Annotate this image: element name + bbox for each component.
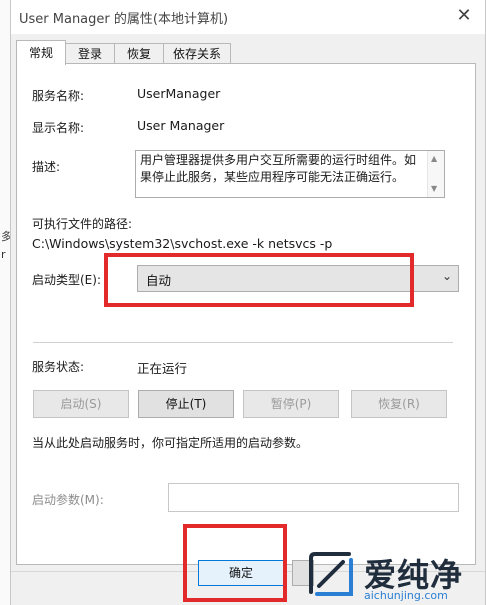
scroll-down-icon[interactable]: ▼ <box>431 184 437 193</box>
separator <box>33 342 453 343</box>
watermark-logo-icon <box>309 552 353 596</box>
pause-button[interactable]: 暂停(P) <box>243 390 339 418</box>
service-status-label: 服务状态: <box>32 360 85 374</box>
background-text: r <box>1 248 6 261</box>
startup-type-label: 启动类型(E): <box>32 273 101 287</box>
resume-button[interactable]: 恢复(R) <box>351 390 447 418</box>
button-label: 停止(T) <box>165 397 207 411</box>
button-label: 启动(S) <box>60 397 102 411</box>
ok-button[interactable]: 确定 <box>198 560 284 586</box>
close-icon[interactable]: ✕ <box>451 4 477 28</box>
properties-dialog: User Manager 的属性(本地计算机) ✕ 常规 登录 恢复 依存关系 … <box>10 0 486 605</box>
startup-type-dropdown[interactable]: 自动 ⌄ <box>137 265 459 292</box>
tab-label: 依存关系 <box>172 47 221 61</box>
tab-label: 恢复 <box>126 47 151 61</box>
display-name-label: 显示名称: <box>32 121 85 135</box>
startup-type-value: 自动 <box>146 273 172 288</box>
service-name-value: UserManager <box>137 86 221 101</box>
stop-button[interactable]: 停止(T) <box>138 390 234 418</box>
button-label: 暂停(P) <box>270 397 312 411</box>
scroll-up-icon[interactable]: ▲ <box>431 154 437 163</box>
service-status-value: 正在运行 <box>137 361 188 376</box>
dialog-title: User Manager 的属性(本地计算机) <box>19 12 229 27</box>
start-params-hint: 当从此处启动服务时，你可指定所适用的启动参数。 <box>32 436 309 450</box>
start-button[interactable]: 启动(S) <box>33 390 129 418</box>
tab-general[interactable]: 常规 <box>16 40 66 65</box>
exe-path-label: 可执行文件的路径: <box>32 217 133 231</box>
tab-label: 登录 <box>77 47 102 61</box>
description-textbox[interactable]: 用户管理器提供多用户交互所需要的运行时组件。如果停止此服务，某些应用程序可能无法… <box>135 150 445 198</box>
exe-path-value: C:\Windows\system32\svchost.exe -k netsv… <box>32 236 333 251</box>
tab-recovery[interactable]: 恢复 <box>114 43 164 64</box>
button-label: 恢复(R) <box>378 397 420 411</box>
start-params-input[interactable] <box>168 483 459 512</box>
title-bar: User Manager 的属性(本地计算机) ✕ <box>11 0 485 34</box>
watermark-url: aichunjing.com <box>364 589 448 602</box>
display-name-value: User Manager <box>137 118 225 133</box>
button-label: 确定 <box>228 566 253 580</box>
description-scrollbar[interactable]: ▲ ▼ <box>427 151 444 197</box>
description-label: 描述: <box>32 160 61 174</box>
chevron-down-icon: ⌄ <box>441 269 452 283</box>
description-text: 用户管理器提供多用户交互所需要的运行时组件。如果停止此服务，某些应用程序可能无法… <box>140 153 417 184</box>
start-params-label: 启动参数(M): <box>32 493 104 507</box>
tab-label: 常规 <box>28 46 53 60</box>
tab-dependencies[interactable]: 依存关系 <box>163 43 231 64</box>
tab-logon[interactable]: 登录 <box>65 43 115 64</box>
service-name-label: 服务名称: <box>32 89 85 103</box>
